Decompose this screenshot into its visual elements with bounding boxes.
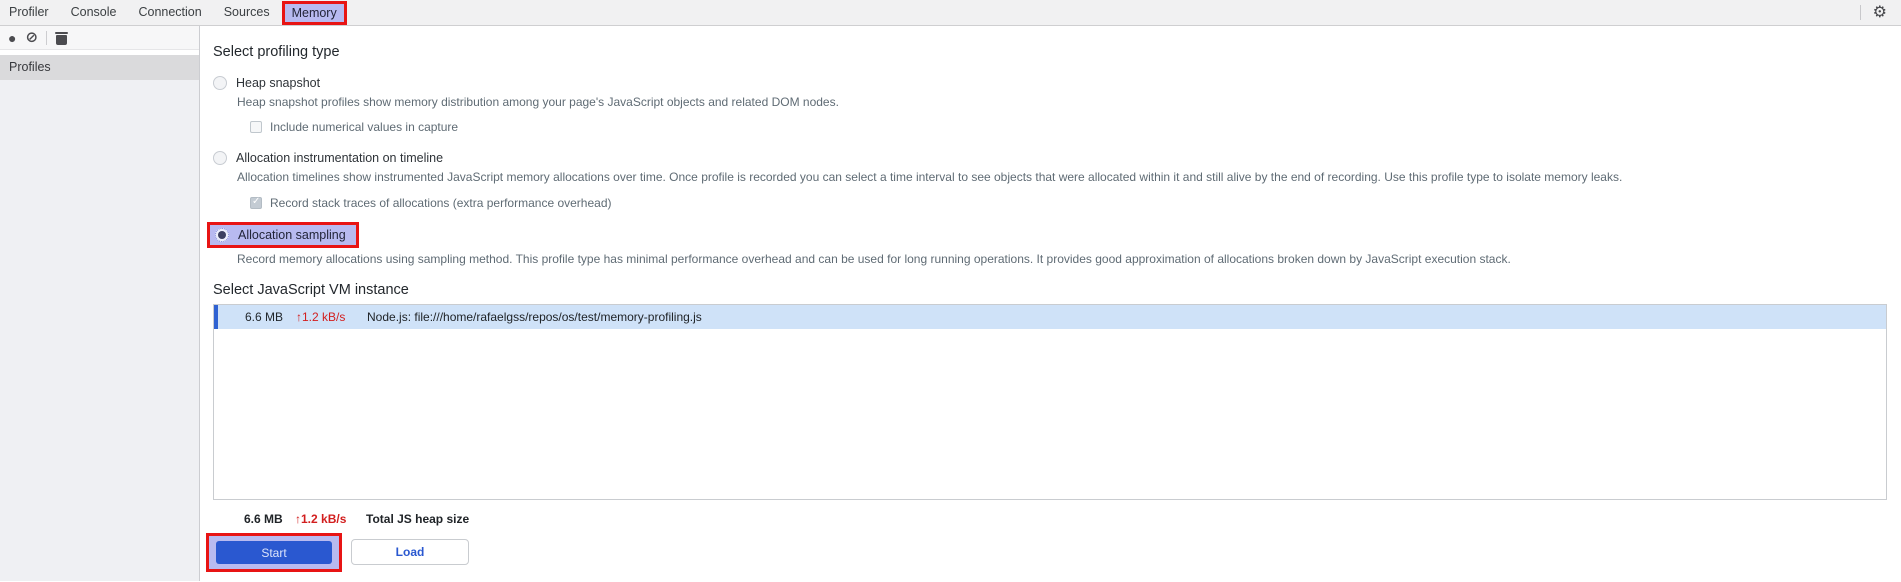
vm-instance-row[interactable]: 6.6 MB ↑1.2 kB/s Node.js: file:///home/r… bbox=[214, 305, 1886, 329]
tab-console[interactable]: Console bbox=[60, 0, 128, 25]
tabbar-divider bbox=[1859, 5, 1861, 20]
allocation-timeline-radio[interactable] bbox=[213, 151, 227, 165]
annotation-box-start-button: Start bbox=[206, 533, 342, 572]
record-stack-traces-checkbox[interactable] bbox=[250, 196, 262, 209]
delete-profile-icon[interactable] bbox=[55, 31, 69, 45]
record-icon[interactable]: ● bbox=[8, 31, 16, 45]
heap-snapshot-label[interactable]: Heap snapshot bbox=[236, 76, 320, 90]
memory-panel: Select profiling type Heap snapshot Heap… bbox=[200, 26, 1901, 581]
vm-heap-size: 6.6 MB bbox=[245, 310, 284, 324]
sidebar: ● ⊘ Profiles bbox=[0, 26, 200, 581]
heap-snapshot-radio[interactable] bbox=[213, 76, 227, 90]
devtools-body: ● ⊘ Profiles Select profiling type Heap … bbox=[0, 26, 1901, 581]
option-heap-snapshot: Heap snapshot Heap snapshot profiles sho… bbox=[213, 75, 1887, 134]
vm-instance-list[interactable]: 6.6 MB ↑1.2 kB/s Node.js: file:///home/r… bbox=[213, 304, 1887, 500]
profiler-toolbar: ● ⊘ bbox=[0, 26, 199, 50]
allocation-sampling-label[interactable]: Allocation sampling bbox=[238, 228, 346, 242]
tab-profiler[interactable]: Profiler bbox=[0, 0, 60, 25]
allocation-sampling-description: Record memory allocations using sampling… bbox=[237, 252, 1511, 266]
record-stack-traces-label[interactable]: Record stack traces of allocations (extr… bbox=[270, 196, 612, 210]
load-button[interactable]: Load bbox=[351, 539, 469, 565]
tab-connection[interactable]: Connection bbox=[127, 0, 212, 25]
profiles-section-header[interactable]: Profiles bbox=[0, 55, 199, 80]
total-heap-size: 6.6 MB bbox=[244, 511, 283, 526]
profiling-type-title: Select profiling type bbox=[213, 44, 340, 60]
profiles-list-area bbox=[0, 80, 199, 581]
vm-heap-rate: ↑1.2 kB/s bbox=[296, 310, 346, 324]
total-heap-rate: ↑1.2 kB/s bbox=[295, 511, 347, 526]
heap-snapshot-description: Heap snapshot profiles show memory distr… bbox=[237, 95, 839, 109]
option-allocation-sampling: Allocation sampling Record memory alloca… bbox=[207, 222, 1887, 266]
settings-gear-icon[interactable]: ⚙ bbox=[1873, 4, 1887, 21]
allocation-sampling-radio[interactable] bbox=[215, 228, 229, 242]
start-button[interactable]: Start bbox=[216, 541, 332, 564]
allocation-timeline-label[interactable]: Allocation instrumentation on timeline bbox=[236, 151, 443, 165]
tab-sources[interactable]: Sources bbox=[213, 0, 281, 25]
include-numerical-values-label[interactable]: Include numerical values in capture bbox=[270, 120, 458, 134]
option-allocation-timeline: Allocation instrumentation on timeline A… bbox=[213, 150, 1887, 210]
annotation-box-memory-tab: Memory bbox=[281, 0, 347, 25]
include-numerical-values-checkbox[interactable] bbox=[250, 121, 262, 133]
toolbar-divider bbox=[46, 30, 48, 45]
allocation-timeline-description: Allocation timelines show instrumented J… bbox=[237, 170, 1623, 184]
total-heap-label: Total JS heap size bbox=[366, 511, 470, 526]
clear-all-icon[interactable]: ⊘ bbox=[25, 30, 38, 45]
action-buttons-row: Start Load bbox=[206, 533, 1887, 572]
tab-memory[interactable]: Memory bbox=[285, 4, 344, 22]
vm-instance-title: Select JavaScript VM instance bbox=[213, 282, 409, 298]
tabbar: Profiler Console Connection Sources Memo… bbox=[0, 0, 1901, 26]
vm-instance-name: Node.js: file:///home/rafaelgss/repos/os… bbox=[367, 310, 702, 324]
annotation-box-allocation-sampling: Allocation sampling bbox=[207, 222, 359, 248]
total-heap-row: 6.6 MB ↑1.2 kB/s Total JS heap size bbox=[244, 511, 1887, 526]
